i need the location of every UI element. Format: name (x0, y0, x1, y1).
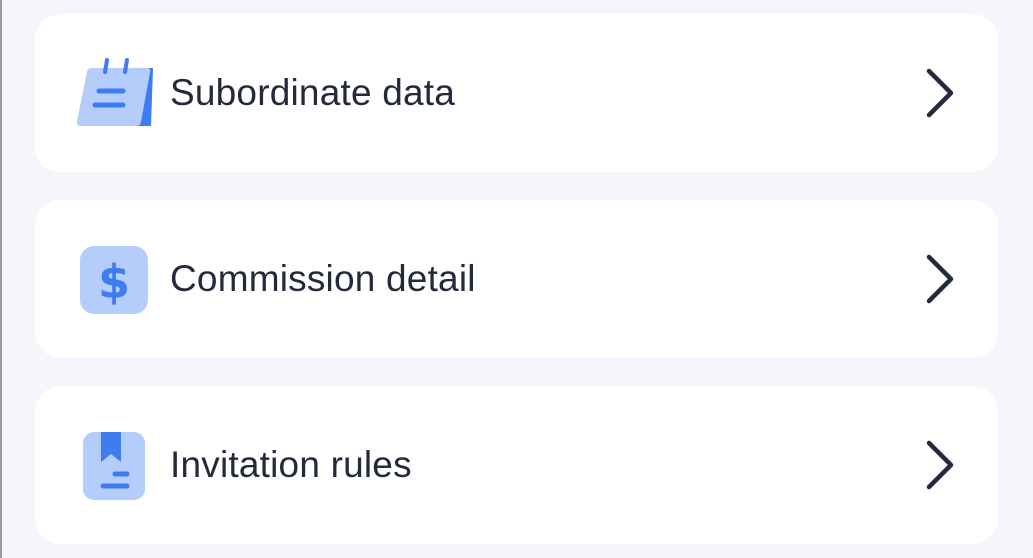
menu-list: Subordinate data $ Commission detail Inv… (35, 14, 998, 544)
menu-item-commission-detail[interactable]: $ Commission detail (35, 200, 998, 358)
chevron-right-icon (920, 66, 960, 120)
menu-item-label: Subordinate data (170, 72, 456, 113)
menu-item-label: Invitation rules (170, 444, 412, 485)
dollar-icon: $ (75, 244, 155, 316)
chevron-right-icon (920, 252, 960, 306)
svg-text:$: $ (98, 255, 130, 309)
calendar-note-icon (75, 58, 155, 130)
menu-item-label: Commission detail (170, 258, 476, 299)
chevron-right-icon (920, 438, 960, 492)
menu-item-subordinate-data[interactable]: Subordinate data (35, 14, 998, 172)
window-border (0, 0, 2, 558)
bookmark-document-icon (75, 430, 155, 502)
menu-item-invitation-rules[interactable]: Invitation rules (35, 386, 998, 544)
